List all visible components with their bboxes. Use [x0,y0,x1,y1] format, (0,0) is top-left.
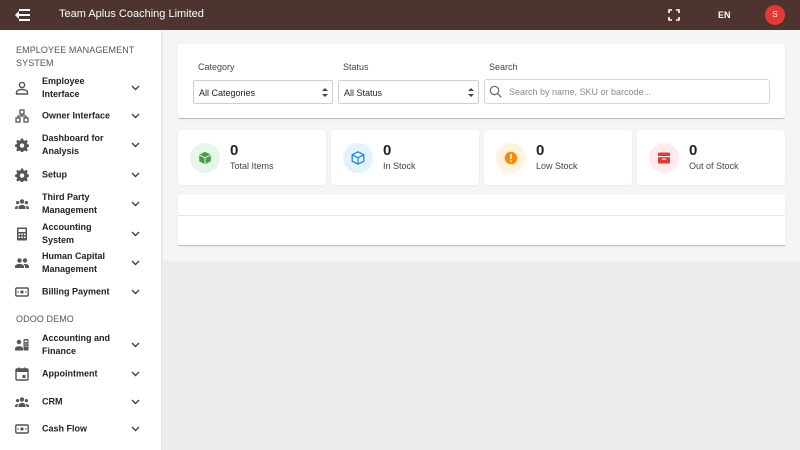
sidebar-item-label: Accounting System [42,222,92,245]
search-input[interactable] [509,85,759,99]
group-icon [15,199,29,209]
sidebar-item-label: CRM [42,396,63,407]
category-select-value: All Categories [199,88,256,98]
calculator-icon [17,227,27,241]
stat-card-out-of-stock: 0 Out of Stock [637,130,785,185]
org-chart-icon [15,109,29,123]
stat-icon-badge [343,143,373,173]
sidebar-item-third-party-management[interactable]: Third Party Management [0,191,161,217]
chevron-down-icon [131,85,140,91]
sidebar-item-employee-interface[interactable]: Employee Interface [0,75,161,101]
chevron-down-icon [131,142,140,148]
sidebar-item-human-capital-management[interactable]: Human Capital Management [0,250,161,276]
stat-value: 0 [536,142,545,159]
sidebar-item-setup[interactable]: Setup [0,162,161,188]
category-select[interactable]: All Categories [193,80,333,104]
select-arrows-icon [468,88,474,97]
chevron-down-icon [131,172,140,178]
table-divider [178,215,785,216]
stat-value: 0 [689,142,698,159]
stat-value: 0 [230,142,239,159]
sidebar-item-billing-payment[interactable]: Billing Payment [0,279,161,305]
person-icon [15,81,29,95]
stat-card-low-stock: 0 Low Stock [484,130,632,185]
stat-label: In Stock [383,161,416,171]
chevron-down-icon [131,399,140,405]
gear-icon [15,138,29,152]
chevron-down-icon [131,371,140,377]
status-select-value: All Status [344,88,383,98]
sidebar-item-dashboard-for-analysis[interactable]: Dashboard for Analysis [0,132,161,158]
status-select[interactable]: All Status [338,80,479,104]
stat-icon-badge [649,143,679,173]
sidebar-item-label: Human Capital Management [42,251,106,274]
select-arrows-icon [322,88,328,97]
chevron-down-icon [131,113,140,119]
sidebar-item-label: Appointment [42,368,98,379]
package-icon [351,151,365,165]
group-icon [15,258,29,268]
stat-card-in-stock: 0 In Stock [331,130,479,185]
finance-icon [15,339,29,351]
stat-value: 0 [383,142,392,159]
sidebar-item-label: Owner Interface [42,110,111,121]
sidebar-item-cash-flow[interactable]: Cash Flow [0,416,161,442]
stat-label: Total Items [230,161,274,171]
section-title-odoo-demo: ODOO DEMO [16,314,74,324]
language-selector[interactable]: EN [718,10,731,20]
top-bar: Team Aplus Coaching Limited EN S [0,0,800,30]
search-box[interactable] [484,79,770,104]
chevron-down-icon [131,260,140,266]
fullscreen-icon[interactable] [668,9,680,21]
calendar-icon [15,367,29,381]
sidebar-item-accounting-system[interactable]: Accounting System [0,221,161,247]
app-title: Team Aplus Coaching Limited [59,8,204,20]
stat-label: Low Stock [536,161,578,171]
user-avatar[interactable]: S [765,5,785,25]
sidebar-item-label: Setup [42,169,68,180]
status-label: Status [343,62,369,72]
warning-icon [504,151,518,165]
chevron-down-icon [131,426,140,432]
group-icon [15,397,29,407]
section-title-employee-management: EMPLOYEE MANAGEMENT SYSTEM [16,45,135,68]
sidebar-item-owner-interface[interactable]: Owner Interface [0,103,161,129]
sidebar-item-accounting-and-finance[interactable]: Accounting and Finance [0,332,161,358]
stat-icon-badge [496,143,526,173]
stat-icon-badge [190,143,220,173]
filter-panel: Category All Categories Status All Statu… [178,44,785,119]
gear-icon [15,168,29,182]
sidebar-item-label: Third Party Management [42,192,98,215]
stat-card-total-items: 0 Total Items [178,130,326,185]
category-label: Category [198,62,235,72]
sidebar-item-label: Employee Interface [42,76,85,99]
sidebar-item-crm[interactable]: CRM [0,389,161,415]
sidebar-item-appointment[interactable]: Appointment [0,361,161,387]
payment-icon [15,287,29,297]
sidebar-item-label: Cash Flow [42,423,88,434]
sidebar: EMPLOYEE MANAGEMENT SYSTEM Employee Inte… [0,30,162,450]
chevron-down-icon [131,231,140,237]
menu-collapse-icon[interactable] [14,8,30,22]
chevron-down-icon [131,342,140,348]
payment-icon [15,424,29,434]
empty-box-icon [658,152,670,164]
search-icon [489,85,502,98]
chevron-down-icon [131,201,140,207]
inventory-table [178,195,785,246]
chevron-down-icon [131,289,140,295]
search-label: Search [489,62,518,72]
sidebar-item-label: Billing Payment [42,286,110,297]
stat-label: Out of Stock [689,161,739,171]
sidebar-item-label: Accounting and Finance [42,333,110,356]
sidebar-item-label: Dashboard for Analysis [42,133,104,156]
package-icon [198,151,212,165]
